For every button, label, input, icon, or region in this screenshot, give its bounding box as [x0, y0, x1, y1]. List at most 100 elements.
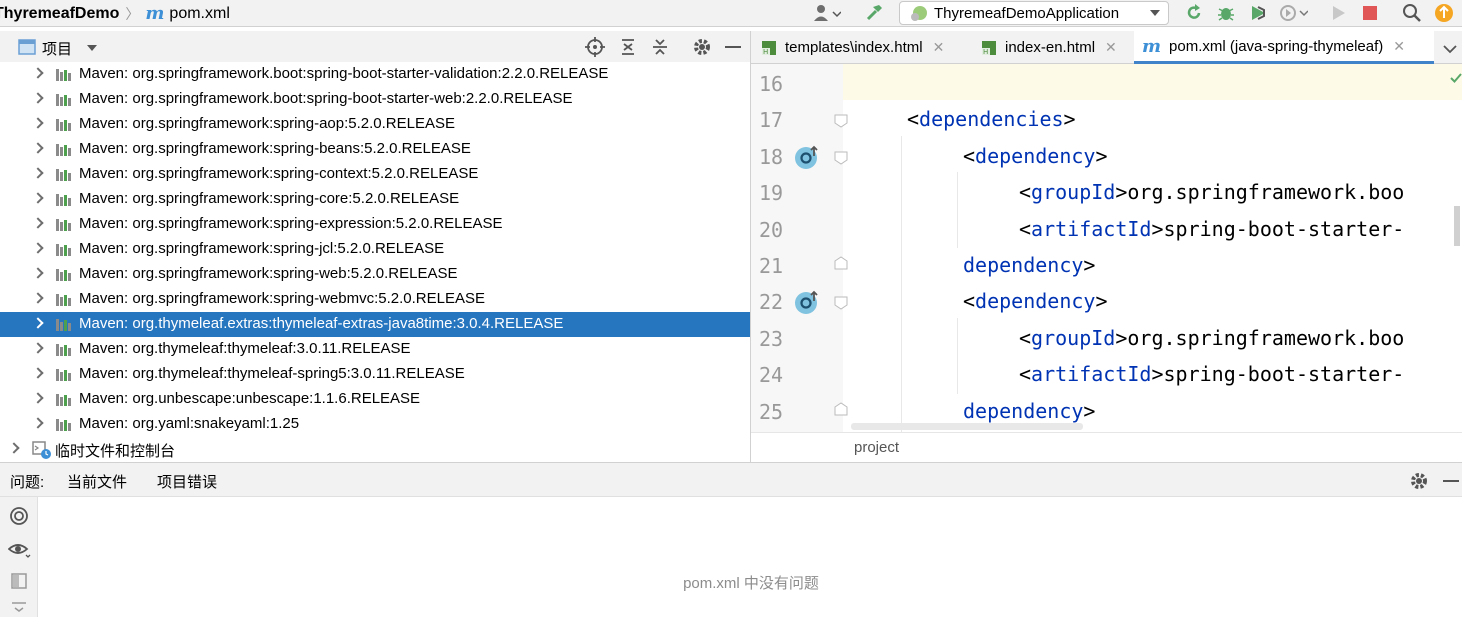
expand-all-icon[interactable] [11, 601, 27, 621]
gear-icon[interactable] [692, 37, 712, 61]
code-line[interactable]: 17 <dependencies> [751, 102, 1462, 138]
chevron-right-icon[interactable] [32, 342, 44, 354]
chevron-right-icon[interactable] [32, 392, 44, 404]
chevron-right-icon[interactable] [32, 417, 44, 429]
profiler-icon[interactable] [1278, 3, 1308, 23]
hide-icon[interactable] [1443, 480, 1459, 482]
breadcrumb-file[interactable]: pom.xml [169, 5, 229, 23]
editor-breadcrumb-bar: project [751, 423, 1462, 462]
chevron-right-icon[interactable] [32, 217, 44, 229]
code-line[interactable]: 18 <dependency> [751, 139, 1462, 175]
tree-item[interactable]: Maven: org.springframework.boot:spring-b… [0, 62, 750, 87]
library-icon [55, 292, 73, 307]
chevron-right-icon[interactable] [32, 317, 44, 329]
tab-project-errors[interactable]: 项目错误 [157, 471, 217, 492]
chevron-right-icon[interactable] [32, 242, 44, 254]
fold-collapse-icon[interactable] [834, 114, 848, 128]
chevron-right-icon[interactable] [32, 267, 44, 279]
html-file-icon: H [981, 40, 997, 56]
collapse-all-icon[interactable] [650, 37, 670, 61]
stop-icon[interactable] [1359, 3, 1381, 23]
chevron-right-icon[interactable] [32, 92, 44, 104]
code-line[interactable]: 20 <artifactId>spring-boot-starter- [751, 212, 1462, 248]
chevron-down-icon[interactable] [87, 45, 97, 51]
chevron-right-icon[interactable] [32, 167, 44, 179]
user-icon[interactable] [812, 3, 842, 23]
library-icon [55, 342, 73, 357]
library-icon [55, 242, 73, 257]
chevron-right-icon[interactable] [32, 292, 44, 304]
project-panel-title[interactable]: 项目 [42, 38, 72, 59]
tree-item[interactable]: Maven: org.springframework:spring-web:5.… [0, 262, 750, 287]
tab-templates-index-html[interactable]: H templates\index.html ✕ [761, 31, 944, 64]
tree-item[interactable]: Maven: org.springframework:spring-expres… [0, 212, 750, 237]
expand-all-icon[interactable] [618, 37, 638, 61]
rerun-icon[interactable] [1182, 3, 1206, 23]
code-editor[interactable]: 16 17 <dependencies> 18 <dependency> 19 <group… [751, 64, 1462, 432]
search-icon[interactable] [1401, 3, 1423, 23]
code-line[interactable]: 16 [751, 66, 1462, 102]
eye-icon[interactable] [7, 541, 32, 563]
coverage-icon[interactable] [1246, 3, 1270, 23]
run-icon[interactable] [1328, 3, 1350, 23]
close-icon[interactable]: ✕ [1105, 39, 1117, 56]
close-icon[interactable]: ✕ [1393, 38, 1405, 55]
tree-item[interactable]: Maven: org.thymeleaf:thymeleaf:3.0.11.RE… [0, 337, 750, 362]
code-line[interactable]: 19 <groupId>org.springframework.boo [751, 175, 1462, 211]
fold-end-icon[interactable] [834, 256, 848, 270]
inspection-icon[interactable] [9, 506, 29, 530]
horizontal-scrollbar[interactable] [851, 423, 1083, 430]
code-text: <groupId>org.springframework.boo [1019, 325, 1405, 350]
fold-collapse-icon[interactable] [834, 296, 848, 310]
project-panel-header: 项目 [0, 31, 750, 63]
tab-pom-xml[interactable]: m pom.xml (java-spring-thymeleaf) ✕ [1134, 31, 1434, 64]
breadcrumb-project[interactable]: ThyremeafDemo [0, 5, 119, 23]
code-line[interactable]: 22 <dependency> [751, 284, 1462, 320]
tree-item[interactable]: Maven: org.unbescape:unbescape:1.1.6.REL… [0, 387, 750, 412]
problems-toolbar [0, 497, 38, 617]
tree-item[interactable]: Maven: org.springframework:spring-aop:5.… [0, 112, 750, 137]
indent-guide [957, 172, 958, 248]
tree-item-label: Maven: org.thymeleaf:thymeleaf:3.0.11.RE… [79, 340, 411, 357]
tree-item[interactable]: Maven: org.springframework:spring-beans:… [0, 137, 750, 162]
code-line[interactable]: 23 <groupId>org.springframework.boo [751, 321, 1462, 357]
tree-item-label: Maven: org.springframework:spring-webmvc… [79, 290, 485, 307]
debug-icon[interactable] [1214, 3, 1238, 23]
chevron-down-icon[interactable] [1443, 41, 1457, 58]
tab-label: index-en.html [1005, 39, 1096, 56]
code-line[interactable]: 24 <artifactId>spring-boot-starter- [751, 357, 1462, 393]
overridden-dependency-icon[interactable] [794, 289, 820, 315]
chevron-right-icon[interactable] [32, 117, 44, 129]
tab-index-en-html[interactable]: H index-en.html ✕ [981, 31, 1117, 64]
chevron-right-icon[interactable] [8, 442, 20, 454]
overridden-dependency-icon[interactable] [794, 144, 820, 170]
chevron-right-icon[interactable] [32, 67, 44, 79]
tree-item[interactable]: Maven: org.thymeleaf.extras:thymeleaf-ex… [0, 312, 750, 337]
editor-breadcrumb[interactable]: project [854, 439, 899, 456]
tree-item[interactable]: Maven: org.springframework.boot:spring-b… [0, 87, 750, 112]
close-icon[interactable]: ✕ [933, 39, 945, 56]
fold-end-icon[interactable] [834, 401, 848, 416]
tree-item[interactable]: Maven: org.thymeleaf:thymeleaf-spring5:3… [0, 362, 750, 387]
code-line[interactable]: 21 dependency> [751, 248, 1462, 284]
tree-item-scratches[interactable]: 临时文件和控制台 [0, 437, 750, 462]
hide-icon[interactable] [725, 46, 741, 48]
tree-item[interactable]: Maven: org.yaml:snakeyaml:1.25 [0, 412, 750, 437]
tree-item[interactable]: Maven: org.springframework:spring-core:5… [0, 187, 750, 212]
tree-item[interactable]: Maven: org.springframework:spring-contex… [0, 162, 750, 187]
chevron-right-icon[interactable] [32, 367, 44, 379]
run-config-icon [911, 6, 927, 21]
chevron-right-icon[interactable] [32, 192, 44, 204]
update-icon[interactable] [1433, 3, 1455, 23]
build-hammer-icon[interactable] [862, 3, 886, 23]
tree-item[interactable]: Maven: org.springframework:spring-webmvc… [0, 287, 750, 312]
gear-icon[interactable] [1409, 471, 1429, 495]
locate-icon[interactable] [585, 37, 605, 61]
chevron-right-icon[interactable] [32, 142, 44, 154]
tree-item[interactable]: Maven: org.springframework:spring-jcl:5.… [0, 237, 750, 262]
fold-collapse-icon[interactable] [834, 151, 848, 165]
tree-item-label: Maven: org.springframework:spring-expres… [79, 215, 503, 232]
line-number: 16 [759, 72, 784, 96]
run-config-selector[interactable]: ThyremeafDemoApplication [899, 1, 1169, 25]
line-number: 25 [759, 399, 784, 424]
